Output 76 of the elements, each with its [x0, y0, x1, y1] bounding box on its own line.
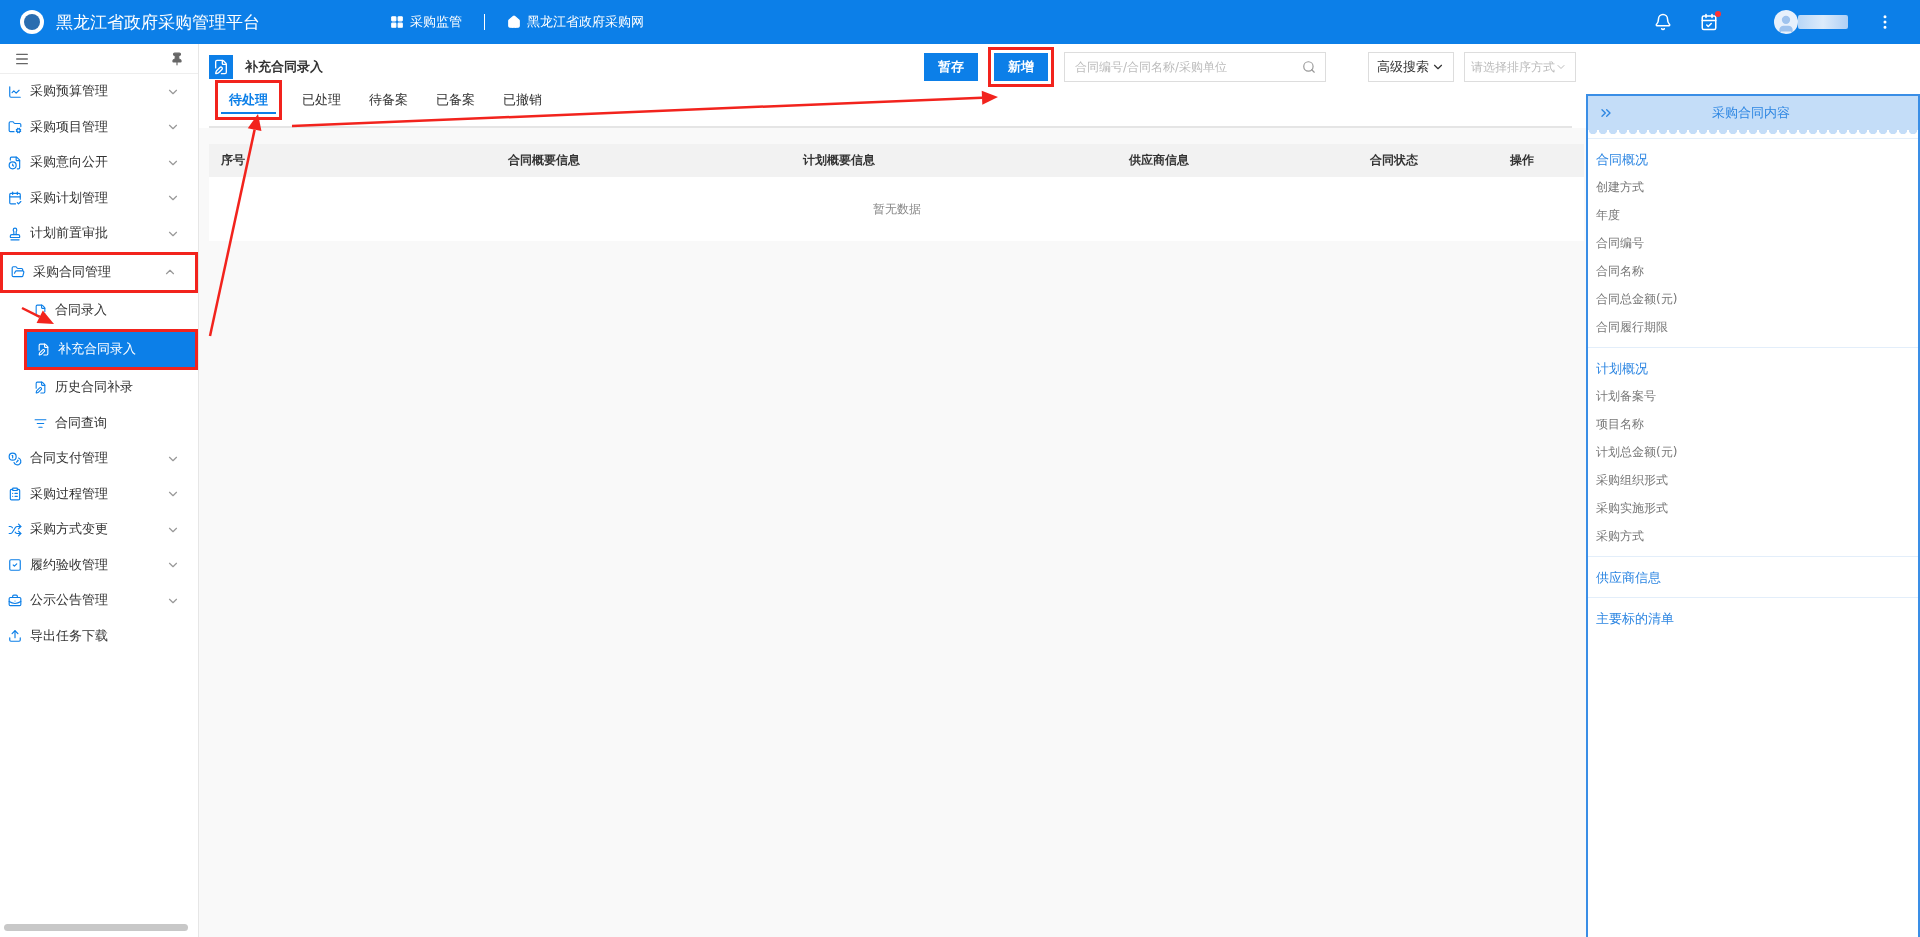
section-link[interactable]: 主要标的清单 — [1596, 606, 1910, 632]
menu-item-icon — [8, 451, 22, 466]
menu-item-icon — [8, 191, 22, 206]
sidebar-subitem[interactable]: 历史合同补录 — [24, 370, 198, 406]
menu-item-icon — [8, 629, 22, 644]
field-link[interactable]: 项目名称 — [1596, 410, 1910, 438]
task-icon[interactable] — [1700, 13, 1718, 31]
sidebar-item[interactable]: 采购方式变更 — [0, 512, 198, 548]
emblem-icon — [20, 10, 44, 34]
action-button[interactable]: 新增 — [994, 53, 1048, 81]
sidebar-item[interactable]: 采购意向公开 — [0, 145, 198, 181]
field-link[interactable]: 采购方式 — [1596, 522, 1910, 550]
tab[interactable]: 已处理 — [294, 86, 349, 114]
column-header: 合同状态 — [1369, 152, 1419, 169]
panel-title: 采购合同内容 — [1711, 104, 1791, 122]
field-link[interactable]: 合同总金额(元) — [1596, 285, 1910, 313]
menu-item-icon — [8, 558, 22, 573]
tab[interactable]: 已备案 — [428, 86, 483, 114]
sidebar-item[interactable]: 采购计划管理 — [0, 180, 198, 216]
tab[interactable]: 待处理 — [221, 86, 276, 114]
empty-text: 暂无数据 — [872, 200, 921, 218]
sidebar-item[interactable]: 履约验收管理 — [0, 547, 198, 583]
column-header: 供应商信息 — [1128, 152, 1190, 169]
sidebar-item[interactable]: 采购过程管理 — [0, 476, 198, 512]
field-link[interactable]: 创建方式 — [1596, 173, 1910, 201]
app-title: 黑龙江省政府采购管理平台 — [56, 10, 261, 34]
field-link[interactable]: 合同编号 — [1596, 229, 1910, 257]
column-header: 操作 — [1508, 152, 1535, 169]
tab[interactable]: 已撤销 — [495, 86, 550, 114]
section-link[interactable]: 计划概况 — [1596, 356, 1910, 382]
section-link[interactable]: 合同概况 — [1596, 147, 1910, 173]
nav-link[interactable]: 黑龙江省政府采购网 — [507, 13, 644, 31]
sidebar-item[interactable]: 采购合同管理 — [3, 254, 195, 290]
sidebar-item[interactable]: 采购项目管理 — [0, 109, 198, 145]
pin-icon[interactable] — [170, 51, 184, 66]
sidebar-item[interactable]: 公示公告管理 — [0, 583, 198, 619]
section-link[interactable]: 供应商信息 — [1596, 565, 1910, 591]
menu-item-icon — [8, 155, 22, 170]
field-link[interactable]: 采购实施形式 — [1596, 494, 1910, 522]
document-edit-icon — [209, 55, 233, 79]
arrow — [21, 306, 54, 324]
column-header: 计划概要信息 — [801, 152, 876, 169]
sidebar-subitem[interactable]: 补充合同录入 — [27, 331, 195, 367]
field-link[interactable]: 年度 — [1596, 201, 1910, 229]
action-button[interactable]: 暂存 — [924, 53, 978, 81]
field-link[interactable]: 合同名称 — [1596, 257, 1910, 285]
bell-icon[interactable] — [1654, 13, 1672, 31]
scrollbar[interactable] — [4, 924, 188, 931]
grid-icon — [390, 15, 404, 29]
sidebar-subitem[interactable]: 合同查询 — [24, 405, 198, 441]
blurred-name — [1798, 15, 1848, 29]
menu-item-icon — [8, 226, 22, 241]
menu-item-icon — [8, 593, 22, 608]
page-title: 补充合同录入 — [245, 58, 323, 76]
sidebar-item[interactable]: 采购预算管理 — [0, 74, 198, 110]
column-header: 序号 — [220, 152, 246, 169]
field-link[interactable]: 合同履行期限 — [1596, 313, 1910, 341]
search-icon[interactable] — [1302, 60, 1316, 74]
nav-link[interactable]: 采购监管 — [390, 13, 462, 31]
column-header: 合同概要信息 — [507, 152, 581, 169]
search-field[interactable]: 合同编号/合同名称/采购单位 — [1064, 52, 1326, 82]
menu-item-icon — [8, 120, 22, 135]
home-icon — [507, 15, 521, 29]
menu-item-icon — [8, 487, 22, 502]
menu-item-icon — [8, 522, 22, 537]
sidebar-item[interactable]: 合同支付管理 — [0, 441, 198, 477]
tab[interactable]: 待备案 — [361, 86, 416, 114]
menu-item-icon — [11, 265, 25, 280]
field-link[interactable]: 采购组织形式 — [1596, 466, 1910, 494]
sidebar-item[interactable]: 导出任务下载 — [0, 618, 198, 654]
advanced-search-dropdown[interactable]: 高级搜索 — [1368, 52, 1454, 82]
avatar-icon[interactable] — [1774, 10, 1798, 34]
field-link[interactable]: 计划备案号 — [1596, 382, 1910, 410]
menu-item-icon — [8, 84, 22, 99]
sidebar-item[interactable]: 计划前置审批 — [0, 216, 198, 252]
field-link[interactable]: 计划总金额(元) — [1596, 438, 1910, 466]
